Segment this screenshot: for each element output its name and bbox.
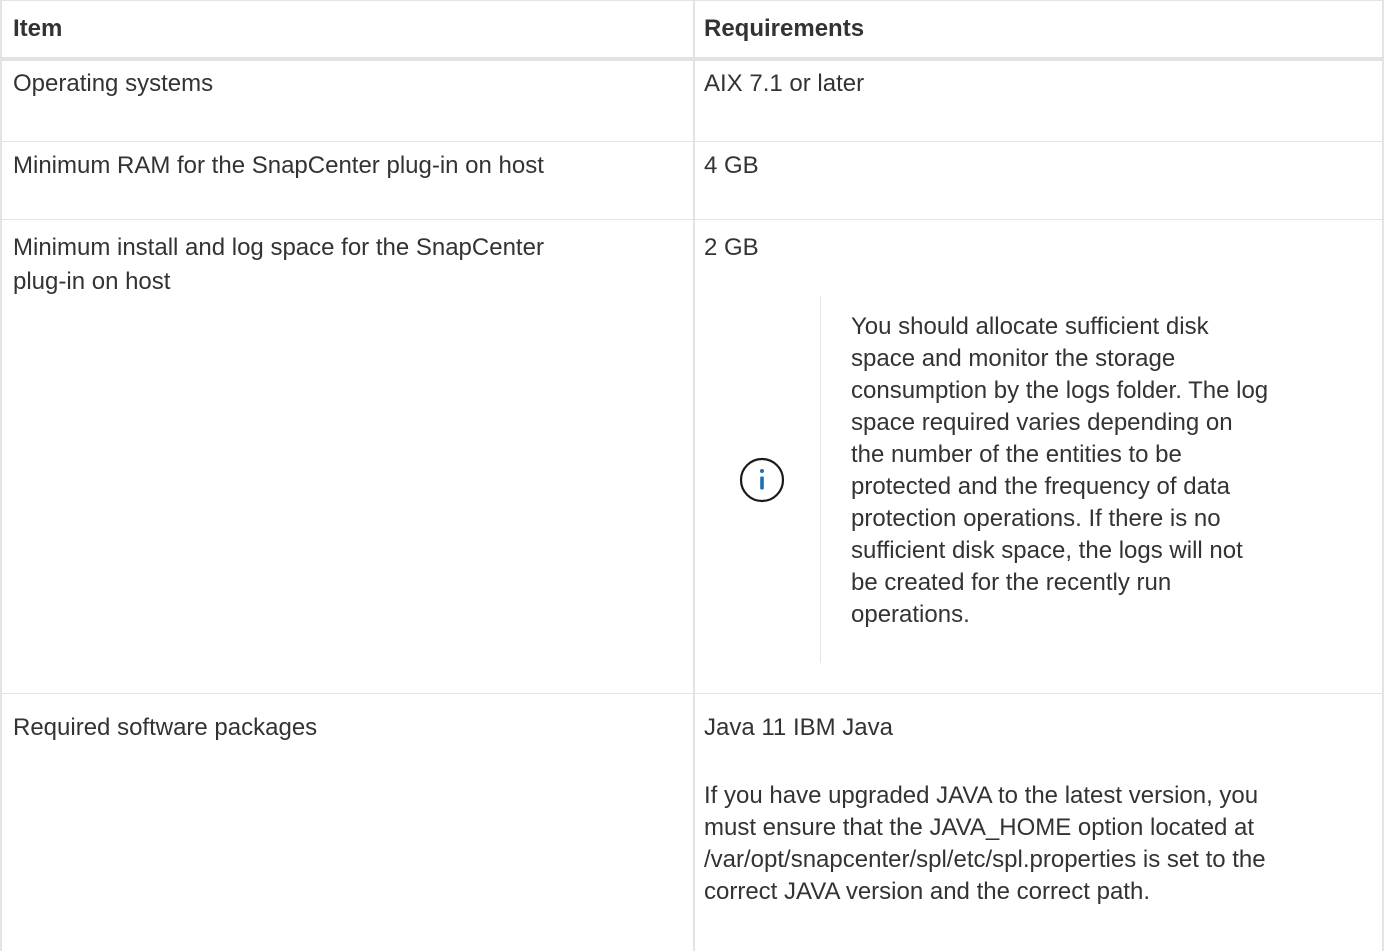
- paragraph-line: If you have upgraded JAVA to the latest …: [704, 782, 1259, 809]
- table-cell-item: Minimum RAM for the SnapCenter plug-in o…: [13, 152, 544, 179]
- column-header-requirements: Requirements: [704, 15, 865, 42]
- note-line: space required varies depending on: [851, 409, 1233, 436]
- note-line: You should allocate sufficient disk: [851, 313, 1209, 340]
- note-line: protection operations. If there is no: [851, 505, 1221, 532]
- table-cell-requirement: 4 GB: [704, 152, 759, 179]
- row-divider: [0, 219, 1384, 220]
- note-line: sufficient disk space, the logs will not: [851, 537, 1243, 564]
- paragraph-line: /var/opt/snapcenter/spl/etc/spl.properti…: [704, 846, 1266, 873]
- note-line: the number of the entities to be: [851, 441, 1182, 468]
- note-line: protected and the frequency of data: [851, 473, 1230, 500]
- java-home-paragraph: If you have upgraded JAVA to the latest …: [704, 780, 1374, 908]
- requirements-table: Item Requirements Operating systems AIX …: [0, 0, 1384, 951]
- note-border: [820, 296, 821, 663]
- note-line: consumption by the logs folder. The log: [851, 377, 1269, 404]
- table-cell-item-line: Minimum install and log space for the Sn…: [13, 234, 544, 261]
- table-cell-requirement: 2 GB: [704, 234, 759, 261]
- paragraph-line: must ensure that the JAVA_HOME option lo…: [704, 814, 1255, 841]
- table-cell-requirement: Java 11 IBM Java: [704, 714, 893, 741]
- table-cell-item: Required software packages: [13, 714, 318, 741]
- column-header-item: Item: [13, 15, 63, 42]
- note-line: be created for the recently run: [851, 569, 1172, 596]
- info-note: You should allocate sufficient disk spac…: [851, 311, 1361, 631]
- table-cell-item-line: plug-in on host: [13, 268, 171, 295]
- table-cell-item: Operating systems: [13, 70, 214, 97]
- note-line: operations.: [851, 601, 970, 628]
- row-divider: [0, 141, 1384, 142]
- paragraph-line: correct JAVA version and the correct pat…: [704, 878, 1150, 905]
- note-line: space and monitor the storage: [851, 345, 1176, 372]
- table-top-border: [0, 0, 1384, 1]
- header-divider: [0, 57, 1384, 61]
- table-left-border: [0, 0, 2, 951]
- table-cell-requirement: AIX 7.1 or later: [704, 70, 865, 97]
- row-divider: [0, 693, 1384, 694]
- column-divider: [693, 0, 695, 951]
- info-icon: [739, 457, 785, 503]
